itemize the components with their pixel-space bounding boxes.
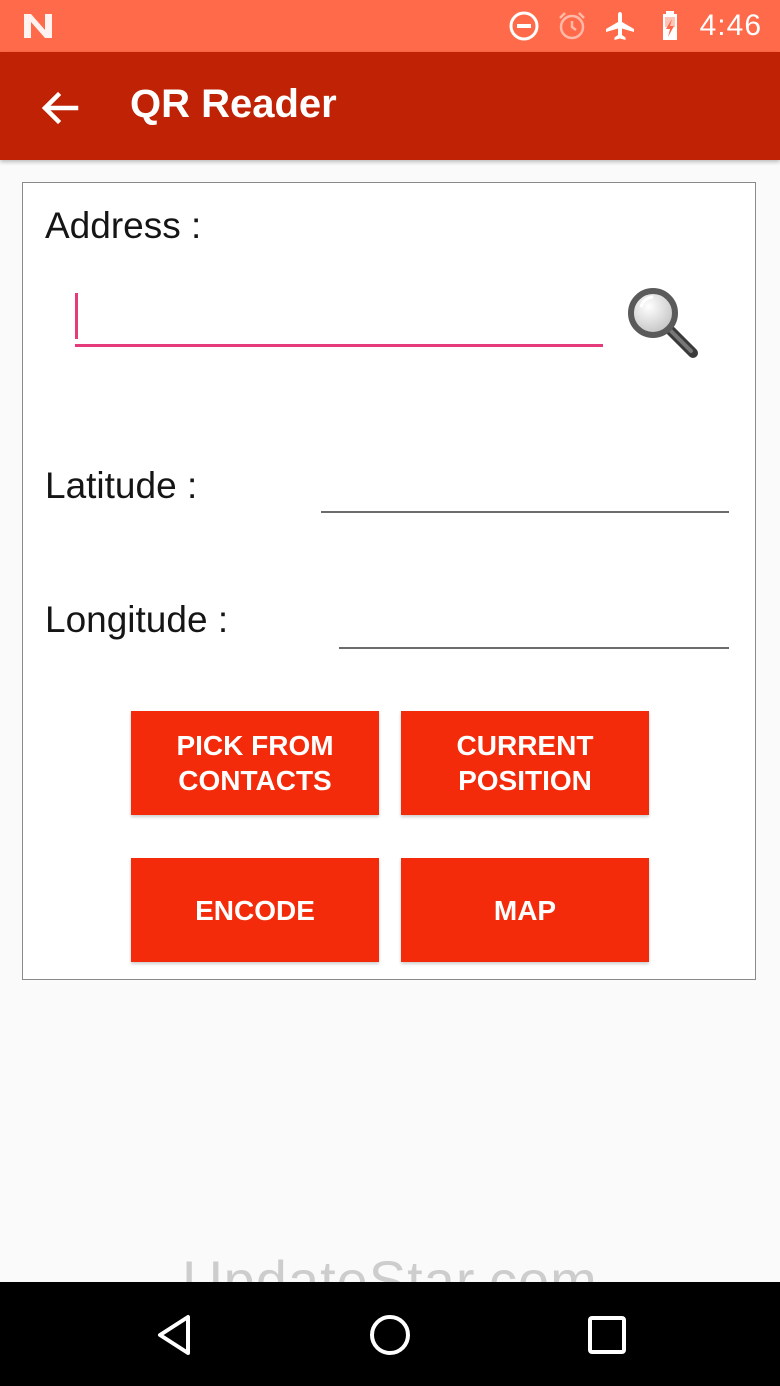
- back-triangle-icon[interactable]: [152, 1312, 198, 1358]
- text-cursor: [75, 293, 78, 339]
- n-logo-icon: [24, 14, 52, 38]
- alarm-icon: [559, 12, 585, 40]
- do-not-disturb-icon: [509, 11, 539, 41]
- longitude-input[interactable]: [339, 603, 729, 649]
- recents-square-icon[interactable]: [584, 1312, 630, 1358]
- app-bar: QR Reader: [0, 52, 780, 160]
- address-input[interactable]: [75, 283, 603, 347]
- encode-button[interactable]: ENCODE: [131, 858, 379, 962]
- battery-charging-icon: [663, 11, 677, 40]
- pick-from-contacts-button[interactable]: PICK FROM CONTACTS: [131, 711, 379, 815]
- status-bar: 4:46: [0, 0, 780, 52]
- airplane-mode-icon: [606, 12, 634, 40]
- home-circle-icon[interactable]: [367, 1312, 413, 1358]
- map-button[interactable]: MAP: [401, 858, 649, 962]
- arrow-back-icon[interactable]: [38, 86, 82, 130]
- status-clock: 4:46: [699, 9, 762, 42]
- longitude-label: Longitude :: [45, 599, 229, 640]
- current-position-button[interactable]: CURRENT POSITION: [401, 711, 649, 815]
- magnifier-icon[interactable]: [623, 283, 703, 363]
- navigation-bar: [0, 1282, 780, 1386]
- app-title: QR Reader: [130, 82, 337, 126]
- latitude-label: Latitude :: [45, 465, 198, 506]
- location-form-card: Address : Latitude : Longitude : PICK FR…: [22, 182, 756, 980]
- address-label: Address :: [45, 205, 202, 246]
- latitude-input[interactable]: [321, 467, 729, 513]
